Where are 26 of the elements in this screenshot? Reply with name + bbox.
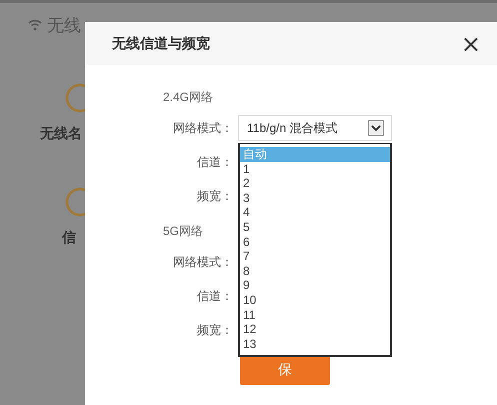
field-label: 频宽：: [196, 188, 233, 204]
field-label: 信道：: [196, 288, 233, 304]
list-option[interactable]: 8: [240, 264, 390, 278]
close-button[interactable]: ×: [456, 32, 485, 56]
item-label: 无线名: [40, 125, 82, 143]
list-option[interactable]: 2: [240, 176, 390, 191]
item-label: 信: [62, 229, 76, 247]
list-option[interactable]: 13: [240, 336, 390, 352]
list-option[interactable]: 1: [240, 162, 390, 176]
dialog-title: 无线信道与频宽: [112, 34, 210, 52]
field-label: 网络模式：: [172, 254, 233, 270]
section-heading: 2.4G网络: [163, 89, 214, 106]
list-option[interactable]: 7: [240, 249, 390, 264]
list-option[interactable]: 11: [240, 308, 390, 322]
field-label: 信道：: [196, 154, 233, 170]
list-option[interactable]: 10: [240, 292, 390, 308]
mode-select[interactable]: 11b/g/n 混合模式: [238, 115, 392, 141]
section-heading: 5G网络: [163, 223, 204, 240]
list-option[interactable]: 12: [240, 322, 390, 337]
list-option[interactable]: 4: [240, 205, 390, 220]
list-option[interactable]: 5: [240, 220, 390, 235]
list-option[interactable]: 9: [240, 278, 390, 293]
list-option[interactable]: 3: [240, 190, 390, 206]
list-option[interactable]: 6: [240, 234, 390, 250]
field-label: 频宽：: [196, 322, 233, 338]
field-label: 网络模式：: [172, 120, 233, 136]
